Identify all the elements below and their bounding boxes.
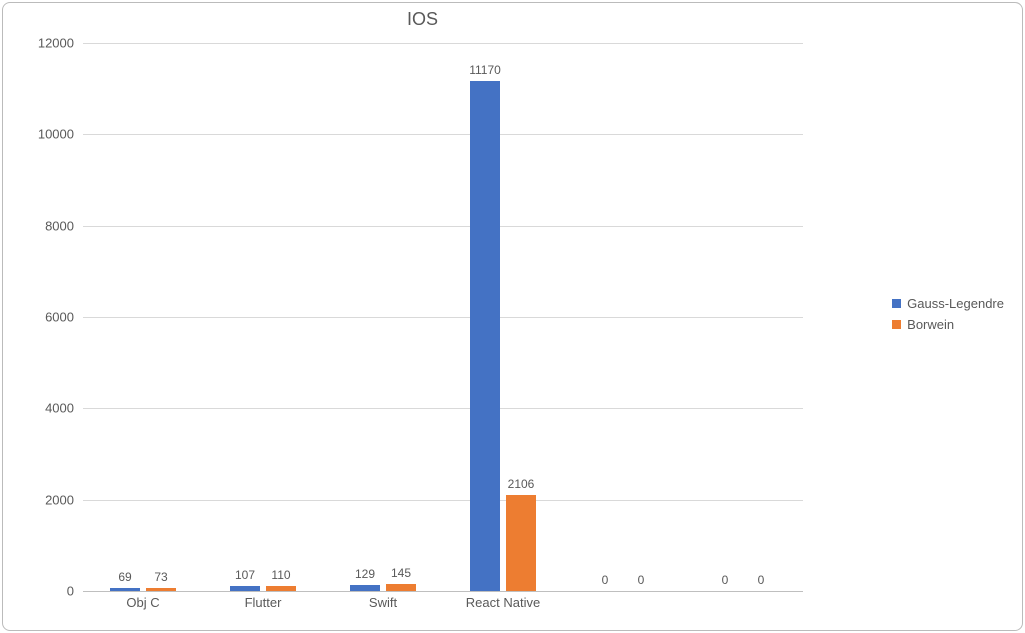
gridline [83, 134, 803, 135]
bar-value-label: 0 [722, 573, 729, 587]
x-tick-label: Obj C [126, 595, 159, 610]
bar [146, 588, 176, 591]
gridline [83, 43, 803, 44]
legend-label-gauss-legendre: Gauss-Legendre [907, 296, 1004, 311]
bar-value-label: 129 [355, 567, 375, 581]
bar-value-label: 11170 [469, 63, 501, 77]
bar-value-label: 0 [602, 573, 609, 587]
y-tick-label: 4000 [14, 401, 74, 416]
bar-value-label: 107 [235, 568, 255, 582]
y-tick-label: 2000 [14, 492, 74, 507]
bar-value-label: 2106 [508, 477, 535, 491]
legend-swatch-gauss-legendre [892, 299, 901, 308]
legend-item-gauss-legendre: Gauss-Legendre [892, 296, 1004, 311]
bar [470, 81, 500, 591]
bar [266, 586, 296, 591]
gridline [83, 408, 803, 409]
y-tick-label: 12000 [14, 36, 74, 51]
bar-value-label: 69 [118, 570, 131, 584]
x-tick-label: React Native [466, 595, 540, 610]
y-tick-label: 6000 [14, 310, 74, 325]
legend: Gauss-Legendre Borwein [892, 296, 1004, 338]
x-tick-label: Flutter [245, 595, 282, 610]
plot-area: 69 73 107 110 129 145 11170 2106 0 0 0 0 [83, 43, 803, 592]
y-tick-label: 0 [14, 584, 74, 599]
bar-value-label: 145 [391, 566, 411, 580]
bar-value-label: 110 [271, 568, 290, 582]
x-tick-label: Swift [369, 595, 397, 610]
gridline [83, 226, 803, 227]
gridline [83, 317, 803, 318]
bar [110, 588, 140, 591]
legend-swatch-borwein [892, 320, 901, 329]
bar [350, 585, 380, 591]
bar [386, 584, 416, 591]
bar-value-label: 73 [154, 570, 167, 584]
bar [506, 495, 536, 591]
bar-value-label: 0 [758, 573, 765, 587]
y-tick-label: 10000 [14, 127, 74, 142]
y-tick-label: 8000 [14, 218, 74, 233]
chart-container: IOS 69 73 107 110 129 145 11170 2106 0 0 0 0 Gauss-… [2, 2, 1023, 631]
gridline [83, 500, 803, 501]
legend-item-borwein: Borwein [892, 317, 1004, 332]
bar-value-label: 0 [638, 573, 645, 587]
legend-label-borwein: Borwein [907, 317, 954, 332]
chart-title: IOS [3, 9, 842, 30]
bar [230, 586, 260, 591]
